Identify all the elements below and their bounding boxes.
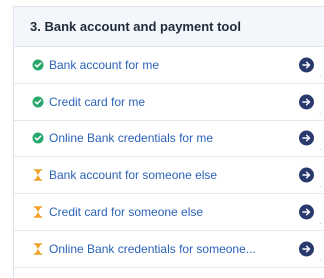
truncation-marker: . <box>319 68 322 79</box>
list-item-credit-card-someone[interactable]: Credit card for someone else . <box>14 194 324 231</box>
hourglass-icon <box>32 169 44 181</box>
arrow-right-icon[interactable] <box>299 130 314 146</box>
section-title: 3. Bank account and payment tool <box>14 7 324 47</box>
list-item-bank-account-someone[interactable]: Bank account for someone else . <box>14 157 324 195</box>
truncation-marker: . <box>319 215 322 226</box>
list-item-online-bank-me[interactable]: Online Bank credentials for me . <box>14 121 324 158</box>
list-item-label: Credit card for someone else <box>49 205 204 220</box>
list-item-label: Bank account for someone else <box>49 168 218 183</box>
list-item-label: Online Bank credentials for someone... <box>49 241 256 256</box>
truncation-marker: . <box>319 105 322 116</box>
list-item-label: Credit card for me <box>49 94 146 109</box>
list-item-online-bank-someone[interactable]: Online Bank credentials for someone... . <box>14 231 324 268</box>
hourglass-icon <box>32 206 44 218</box>
arrow-right-icon[interactable] <box>299 241 314 257</box>
hourglass-icon <box>32 243 44 255</box>
arrow-right-icon[interactable] <box>299 204 314 220</box>
list-item-label: Online Bank credentials for me <box>49 131 214 146</box>
truncation-marker: . <box>319 142 322 153</box>
check-circle-icon <box>32 59 44 71</box>
check-circle-icon <box>32 132 44 144</box>
bank-payment-section: 3. Bank account and payment tool Bank ac… <box>13 6 324 278</box>
arrow-right-icon[interactable] <box>299 57 314 73</box>
arrow-right-icon[interactable] <box>299 167 314 183</box>
list-item-label: Bank account for me <box>49 57 160 72</box>
truncation-marker: . <box>319 179 322 190</box>
check-circle-icon <box>32 96 44 108</box>
list-item-credit-card-me[interactable]: Credit card for me . <box>14 84 324 121</box>
list-item-bank-account-me[interactable]: Bank account for me . <box>14 47 324 84</box>
arrow-right-icon[interactable] <box>299 94 314 110</box>
truncation-marker: . <box>319 252 322 263</box>
